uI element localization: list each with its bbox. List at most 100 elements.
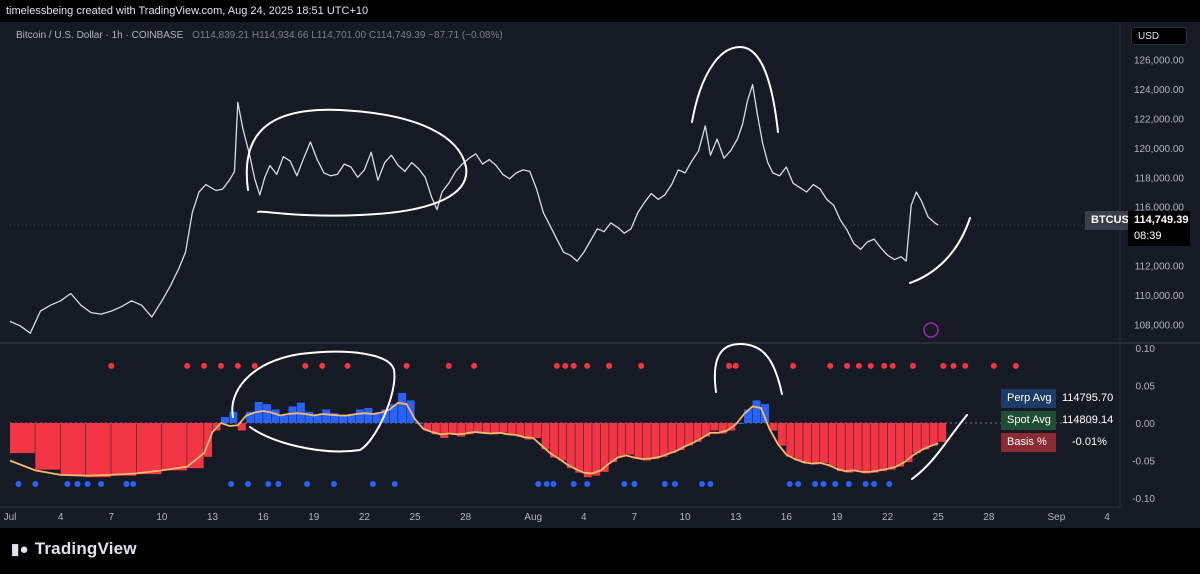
basis-bar — [803, 423, 812, 464]
basis-axis-tick: -0.10 — [1132, 494, 1155, 505]
lightning-icon — [923, 322, 939, 338]
signal-dot-red — [570, 362, 577, 369]
signal-dot-red — [889, 362, 896, 369]
basis-bar — [263, 404, 272, 423]
signal-dot-blue — [845, 480, 852, 487]
signal-dot-red — [950, 362, 957, 369]
basis-bar — [507, 423, 516, 436]
ohlc-values: O114,839.21 H114,934.66 L114,701.00 C114… — [192, 30, 503, 41]
signal-dot-blue — [331, 480, 338, 487]
basis-bar — [828, 423, 837, 467]
time-axis-tick: 28 — [983, 512, 995, 523]
currency-button[interactable]: USD — [1131, 27, 1187, 45]
basis-bar — [448, 423, 457, 435]
signal-dot-blue — [64, 480, 71, 487]
basis-bar — [111, 423, 137, 476]
tradingview-logo[interactable]: ▮● TradingView — [11, 539, 137, 559]
basis-axis-tick: 0.00 — [1136, 419, 1156, 430]
basis-bar — [786, 423, 795, 457]
signal-dot-red — [855, 362, 862, 369]
signal-dot-red — [732, 362, 739, 369]
basis-bar — [836, 423, 845, 472]
tradingview-logo-text: TradingView — [34, 539, 137, 558]
signal-dot-blue — [244, 480, 251, 487]
time-axis-tick: 4 — [581, 512, 587, 523]
basis-bar — [474, 423, 483, 433]
signal-dot-blue — [98, 480, 105, 487]
signal-dot-blue — [32, 480, 39, 487]
signal-dot-blue — [832, 480, 839, 487]
basis-bar — [440, 423, 449, 439]
basis-bar — [60, 423, 86, 476]
signal-dot-blue — [265, 480, 272, 487]
time-axis-tick: 13 — [207, 512, 219, 523]
basis-bar — [372, 413, 381, 423]
basis-bar — [482, 423, 491, 433]
basis-axis-tick: -0.05 — [1132, 457, 1155, 468]
price-axis-tick: 124,000.00 — [1134, 85, 1184, 96]
annotation-top-arc — [691, 45, 779, 133]
time-axis-tick: 16 — [781, 512, 793, 523]
signal-dot-blue — [886, 480, 893, 487]
price-axis-tick: 112,000.00 — [1135, 262, 1185, 273]
signal-dot-red — [909, 362, 916, 369]
basis-bar — [583, 423, 592, 478]
signal-dot-blue — [543, 480, 550, 487]
signal-dot-blue — [391, 480, 398, 487]
signal-dot-blue — [84, 480, 91, 487]
signal-dot-red — [881, 362, 888, 369]
time-axis-tick: 19 — [308, 512, 320, 523]
basis-bar — [642, 423, 651, 461]
basis-bar — [271, 409, 280, 423]
signal-dot-red — [471, 362, 478, 369]
chart-canvas[interactable]: 108,000.00110,000.00112,000.00114,000.00… — [0, 22, 1200, 528]
time-axis-tick: 7 — [632, 512, 638, 523]
basis-bar — [609, 423, 618, 463]
annotation-basis-top-arc — [713, 342, 783, 395]
signal-dot-red — [445, 362, 452, 369]
signal-dot-red — [403, 362, 410, 369]
signal-dot-blue — [570, 480, 577, 487]
watermark-text: timelessbeing created with TradingView.c… — [6, 5, 369, 17]
signal-dot-blue — [535, 480, 542, 487]
signal-dot-red — [553, 362, 560, 369]
watermark-bar: timelessbeing created with TradingView.c… — [0, 0, 1200, 22]
basis-bar — [659, 423, 668, 457]
signal-dot-red — [234, 362, 241, 369]
time-axis-tick: 28 — [460, 512, 472, 523]
signal-dot-blue — [130, 480, 137, 487]
basis-bar — [862, 423, 871, 474]
basis-bar — [322, 409, 331, 423]
basis-bar — [820, 423, 829, 463]
signal-dot-blue — [820, 480, 827, 487]
signal-dot-blue — [15, 480, 22, 487]
basis-bar — [626, 423, 634, 455]
price-axis-tick: 126,000.00 — [1134, 56, 1184, 67]
signal-dot-red — [1012, 362, 1019, 369]
chart-pane[interactable]: 108,000.00110,000.00112,000.00114,000.00… — [0, 22, 1200, 528]
basis-bar — [921, 423, 930, 450]
time-axis-tick: 16 — [258, 512, 270, 523]
basis-bar — [634, 423, 643, 460]
basis-bar — [85, 423, 111, 478]
basis-bar — [668, 423, 677, 454]
signal-dot-blue — [707, 480, 714, 487]
price-axis-tick: 108,000.00 — [1134, 320, 1184, 331]
basis-bar — [558, 423, 567, 461]
time-axis-tick: 25 — [409, 512, 421, 523]
price-axis-tick: 118,000.00 — [1135, 173, 1185, 184]
basis-bar — [355, 409, 364, 423]
basis-value: -0.01% — [1072, 436, 1107, 448]
time-axis-tick: 22 — [882, 512, 894, 523]
signal-dot-red — [990, 362, 997, 369]
symbol-legend: Bitcoin / U.S. Dollar · 1h · COINBASE O1… — [16, 30, 503, 41]
spot-avg-value: 114809.14 — [1062, 414, 1114, 426]
time-axis-tick: 4 — [1104, 512, 1110, 523]
basis-bar — [10, 423, 35, 454]
signal-dot-blue — [862, 480, 869, 487]
signal-dot-red — [319, 362, 326, 369]
signal-dot-blue — [871, 480, 878, 487]
basis-bar — [845, 423, 854, 473]
signal-dot-red — [638, 362, 645, 369]
basis-bar — [35, 423, 61, 470]
